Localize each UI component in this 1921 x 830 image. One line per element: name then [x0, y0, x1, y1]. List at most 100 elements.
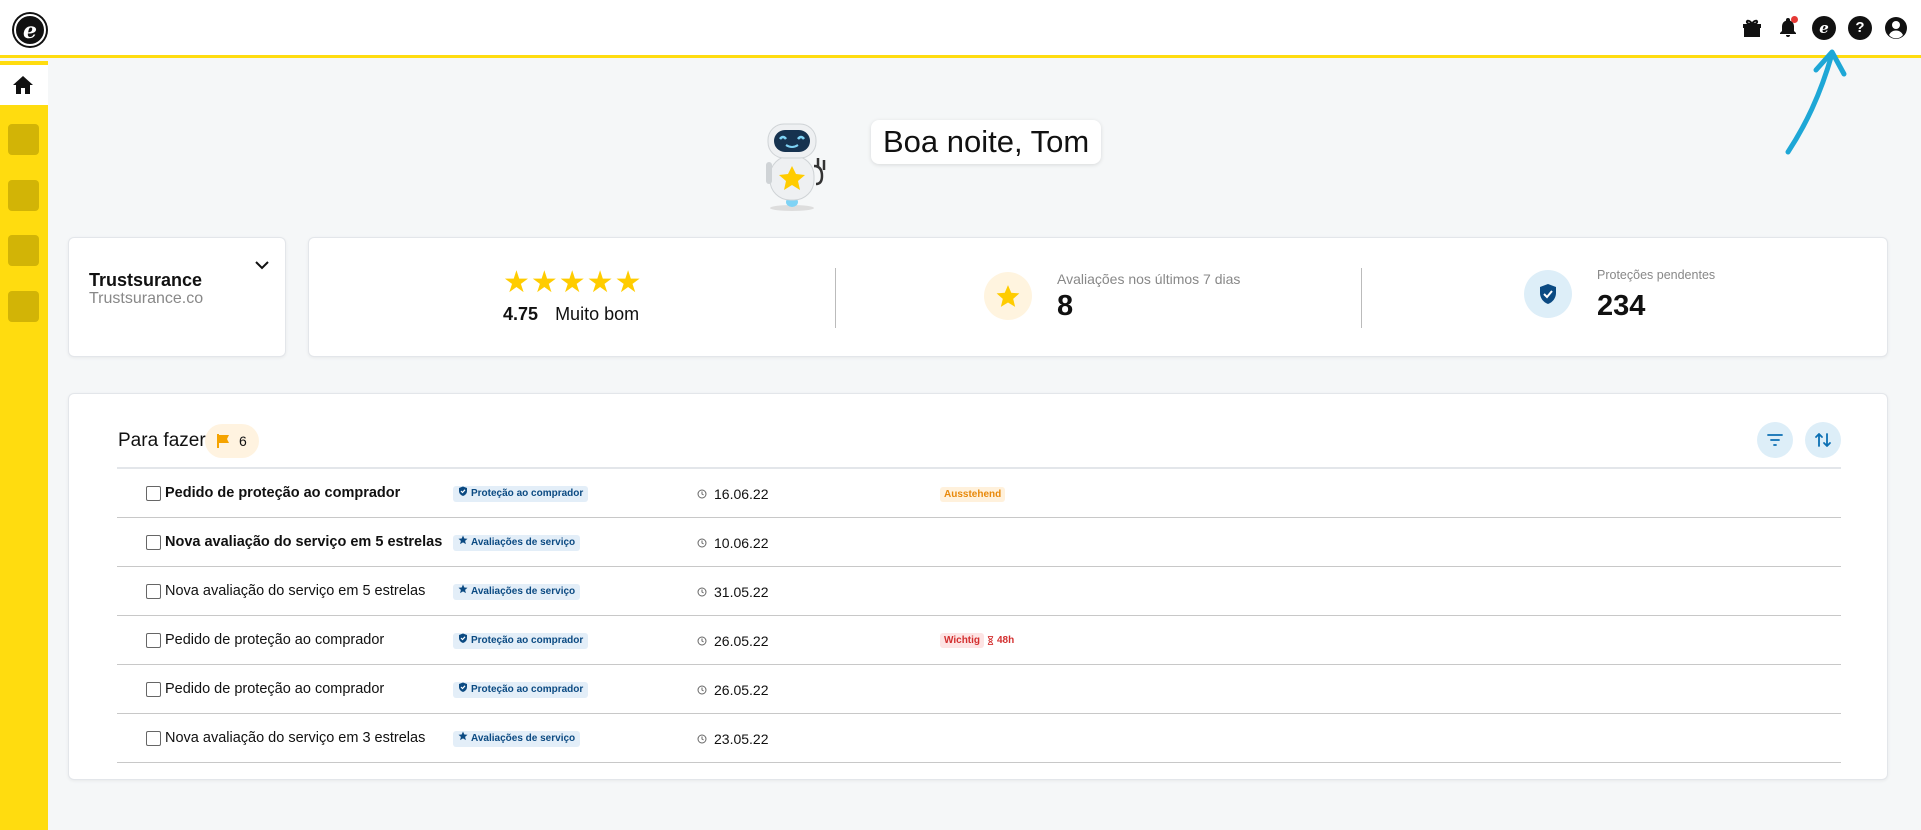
todo-row-tag-label: Proteção ao comprador — [471, 488, 584, 499]
sidebar-item-home[interactable] — [0, 65, 48, 105]
robot-mascot-icon — [766, 123, 826, 211]
clock-icon — [697, 538, 707, 548]
pending-protections-value: 234 — [1597, 290, 1646, 322]
star-icon — [458, 731, 468, 747]
todo-row-title[interactable]: Pedido de proteção ao comprador — [165, 681, 384, 697]
todo-count: 6 — [239, 433, 247, 449]
todo-row-date: 31.05.22 — [697, 584, 769, 600]
sidebar — [0, 61, 48, 830]
shield-check-icon — [458, 682, 468, 698]
sidebar-item-1[interactable] — [8, 124, 39, 155]
etrusted-icon[interactable]: e — [1811, 15, 1837, 41]
sidebar-item-3[interactable] — [8, 235, 39, 266]
sidebar-item-2[interactable] — [8, 180, 39, 211]
todo-checkbox[interactable] — [146, 682, 161, 697]
todo-checkbox[interactable] — [146, 584, 161, 599]
account-icon[interactable] — [1883, 15, 1909, 41]
shield-check-icon — [458, 633, 468, 649]
star-icon — [458, 584, 468, 600]
reviews-7d-value: 8 — [1057, 290, 1074, 322]
todo-checkbox[interactable] — [146, 486, 161, 501]
todo-count-badge: 6 — [205, 424, 259, 458]
todo-row-date-text: 10.06.22 — [714, 535, 769, 551]
todo-row-tag-label: Avaliações de serviço — [471, 733, 576, 744]
greeting-bubble: Boa noite, Tom — [871, 120, 1102, 164]
company-name: Trustsurance — [89, 270, 203, 290]
bell-icon[interactable] — [1775, 15, 1801, 41]
chevron-down-icon[interactable] — [253, 256, 271, 274]
shield-icon — [1524, 270, 1572, 318]
rating-value: 4.75 — [503, 304, 539, 324]
todo-row-title[interactable]: Nova avaliação do serviço em 3 estrelas — [165, 730, 425, 746]
rating-label: Muito bom — [555, 304, 640, 324]
todo-row-tag: Avaliações de serviço — [453, 731, 581, 747]
todo-row-date: 26.05.22 — [697, 682, 769, 698]
stat-divider — [835, 268, 836, 328]
todo-row-tag-label: Avaliações de serviço — [471, 586, 576, 597]
todo-row-date-text: 31.05.22 — [714, 584, 769, 600]
todo-row[interactable]: Nova avaliação do serviço em 5 estrelas A… — [117, 518, 1841, 567]
stats-card: ★★★★★ 4.75 Muito bom Avaliações nos últi… — [308, 237, 1888, 357]
todo-checkbox[interactable] — [146, 731, 161, 746]
todo-row-title[interactable]: Pedido de proteção ao comprador — [165, 632, 384, 648]
todo-row-tag: Avaliações de serviço — [453, 584, 581, 600]
star-icon — [984, 272, 1032, 320]
clock-icon — [697, 587, 707, 597]
hourglass-icon — [987, 636, 994, 645]
sidebar-item-4[interactable] — [8, 291, 39, 322]
sort-button[interactable] — [1805, 422, 1841, 458]
todo-row[interactable]: Nova avaliação do serviço em 3 estrelas A… — [117, 714, 1841, 763]
flag-icon — [217, 434, 229, 448]
gift-icon[interactable] — [1739, 15, 1765, 41]
help-icon[interactable]: ? — [1847, 15, 1873, 41]
todo-row-title[interactable]: Pedido de proteção ao comprador — [165, 485, 400, 501]
filter-button[interactable] — [1757, 422, 1793, 458]
etrusted-logo[interactable]: e — [14, 14, 46, 46]
clock-icon — [697, 685, 707, 695]
todo-row[interactable]: Pedido de proteção ao comprador Proteção … — [117, 469, 1841, 518]
todo-checkbox[interactable] — [146, 633, 161, 648]
todo-row-tag: Proteção ao comprador — [453, 486, 589, 502]
clock-icon — [697, 489, 707, 499]
reviews-7d-label: Avaliações nos últimos 7 dias — [1057, 271, 1241, 287]
todo-row-date-text: 23.05.22 — [714, 731, 769, 747]
clock-icon — [697, 636, 707, 646]
filter-icon — [1767, 434, 1783, 446]
todo-row-tag: Avaliações de serviço — [453, 535, 581, 551]
home-icon — [13, 76, 33, 94]
deadline-text: 48h — [997, 635, 1015, 646]
todo-row-tag-label: Proteção ao comprador — [471, 684, 584, 695]
star-icon — [458, 535, 468, 551]
pending-protections-label: Proteções pendentes — [1597, 268, 1716, 282]
todo-row[interactable]: Pedido de proteção ao comprador Proteção … — [117, 616, 1841, 665]
todo-row-tag-label: Avaliações de serviço — [471, 537, 576, 548]
company-domain: Trustsurance.co — [89, 290, 204, 307]
todo-row-date: 16.06.22 — [697, 486, 769, 502]
company-selector[interactable]: Trustsurance Trustsurance.co — [68, 237, 286, 357]
shield-check-icon — [458, 486, 468, 502]
help-glyph: ? — [1848, 16, 1872, 40]
clock-icon — [697, 734, 707, 744]
status-badge: Ausstehend — [940, 487, 1006, 502]
top-bar: e e ? — [0, 0, 1921, 58]
stat-divider — [1361, 268, 1362, 328]
todo-row-title[interactable]: Nova avaliação do serviço em 5 estrelas — [165, 583, 425, 599]
todo-row[interactable]: Pedido de proteção ao comprador Proteção … — [117, 665, 1841, 714]
todo-list: Pedido de proteção ao comprador Proteção … — [117, 469, 1841, 763]
rating-row: 4.75 Muito bom — [503, 304, 639, 325]
todo-card: Para fazer 6 Pedido de proteção ao compr… — [68, 393, 1888, 780]
annotation-arrow-icon — [1785, 49, 1847, 155]
todo-row-date-text: 26.05.22 — [714, 682, 769, 698]
todo-row-date: 23.05.22 — [697, 731, 769, 747]
todo-row-date: 10.06.22 — [697, 535, 769, 551]
sort-icon — [1815, 433, 1831, 447]
rating-stars: ★★★★★ — [503, 266, 643, 299]
todo-row-date: 26.05.22 — [697, 633, 769, 649]
todo-checkbox[interactable] — [146, 535, 161, 550]
todo-row-tag: Proteção ao comprador — [453, 682, 589, 698]
todo-row-date-text: 26.05.22 — [714, 633, 769, 649]
todo-row-title[interactable]: Nova avaliação do serviço em 5 estrelas — [165, 534, 442, 550]
top-icon-bar: e ? — [1739, 15, 1909, 41]
todo-row[interactable]: Nova avaliação do serviço em 5 estrelas A… — [117, 567, 1841, 616]
status-badge: Wichtig — [940, 633, 985, 648]
